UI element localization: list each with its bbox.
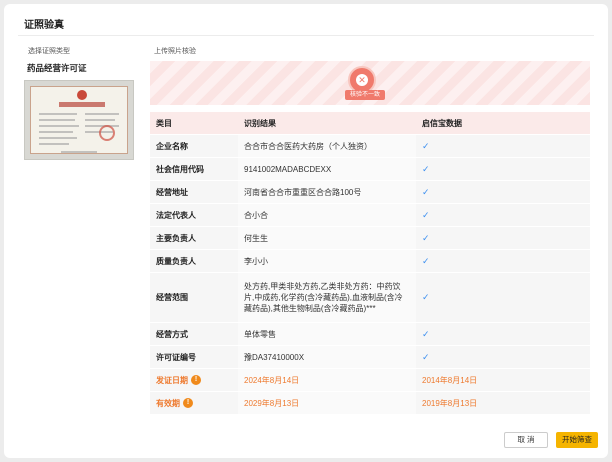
- row-value: 2029年8月13日: [238, 392, 416, 414]
- select-type-label: 选择证照类型: [28, 48, 70, 55]
- row-value: 9141002MADABCDEXX: [238, 158, 416, 180]
- check-icon: ✓: [416, 250, 590, 272]
- check-icon: ✓: [416, 204, 590, 226]
- license-text-line: [39, 113, 77, 115]
- check-icon: ✓: [416, 346, 590, 368]
- row-key: 经营地址: [150, 181, 238, 203]
- row-key-cell: 发证日期!: [150, 369, 238, 391]
- warning-icon[interactable]: !: [191, 375, 201, 386]
- license-text-line: [39, 131, 73, 133]
- license-type-panel: 药品经营许可证: [24, 62, 142, 160]
- table-row-mismatch: 有效期! 2029年8月13日 2019年8月13日: [150, 392, 590, 414]
- page-title: 证照验真: [24, 20, 64, 31]
- row-value: 2024年8月14日: [238, 369, 416, 391]
- row-key: 主要负责人: [150, 227, 238, 249]
- official-seal-icon: [99, 125, 115, 141]
- row-value: 豫DA37410000X: [238, 346, 416, 368]
- row-key-cell: 有效期!: [150, 392, 238, 414]
- header-recognition-result: 识别结果: [238, 112, 416, 134]
- row-key: 许可证编号: [150, 346, 238, 368]
- status-badge: 核验不一致: [345, 90, 385, 100]
- license-photo: [24, 80, 134, 160]
- verification-dialog: 证照验真 选择证照类型 上传照片核验 药品经营许可证 ✕ 核验不一致 类目 识别…: [4, 4, 608, 458]
- table-row: 社会信用代码 9141002MADABCDEXX ✓: [150, 158, 590, 180]
- row-key: 发证日期: [156, 375, 188, 385]
- license-text-line: [85, 113, 119, 115]
- check-icon: ✓: [416, 135, 590, 157]
- license-heading-graphic: [59, 102, 105, 107]
- warning-icon[interactable]: !: [183, 398, 193, 409]
- license-document-image: [30, 86, 128, 154]
- table-header-row: 类目 识别结果 启信宝数据: [150, 112, 590, 134]
- row-value: 合合市合合医药大药房（个人独资）: [238, 135, 416, 157]
- table-row-mismatch: 发证日期! 2024年8月14日 2014年8月14日: [150, 369, 590, 391]
- result-banner: ✕ 核验不一致: [150, 61, 590, 105]
- license-text-line: [39, 125, 79, 127]
- row-value: 处方药,甲类非处方药,乙类非处方药：中药饮片,中成药,化学药(含冷藏药品),血液…: [238, 273, 416, 322]
- table-row: 法定代表人 合小合 ✓: [150, 204, 590, 226]
- row-value: 何生生: [238, 227, 416, 249]
- table-row: 经营范围 处方药,甲类非处方药,乙类非处方药：中药饮片,中成药,化学药(含冷藏药…: [150, 273, 590, 322]
- header-category: 类目: [150, 112, 238, 134]
- check-icon: ✓: [416, 181, 590, 203]
- start-screening-button[interactable]: 开始筛查: [556, 432, 598, 448]
- table-row: 经营地址 河南省合合市重重区合合路100号 ✓: [150, 181, 590, 203]
- upload-verify-label: 上传照片核验: [154, 48, 196, 55]
- table-row: 许可证编号 豫DA37410000X ✓: [150, 346, 590, 368]
- verification-table: 类目 识别结果 启信宝数据 企业名称 合合市合合医药大药房（个人独资） ✓ 社会…: [150, 111, 590, 415]
- row-key: 社会信用代码: [150, 158, 238, 180]
- qixinbao-value: 2014年8月14日: [416, 369, 590, 391]
- row-key: 经营方式: [150, 323, 238, 345]
- table-row: 主要负责人 何生生 ✓: [150, 227, 590, 249]
- table-row: 企业名称 合合市合合医药大药房（个人独资） ✓: [150, 135, 590, 157]
- row-value: 合小合: [238, 204, 416, 226]
- qixinbao-value: 2019年8月13日: [416, 392, 590, 414]
- row-key: 企业名称: [150, 135, 238, 157]
- license-text-line: [39, 137, 77, 139]
- row-value: 单体零售: [238, 323, 416, 345]
- license-type-name[interactable]: 药品经营许可证: [27, 62, 142, 74]
- check-icon: ✓: [416, 227, 590, 249]
- national-emblem-icon: [77, 90, 87, 100]
- cancel-button[interactable]: 取 消: [504, 432, 548, 448]
- license-text-line: [39, 119, 75, 121]
- row-value: 李小小: [238, 250, 416, 272]
- check-icon: ✓: [416, 158, 590, 180]
- row-key: 法定代表人: [150, 204, 238, 226]
- license-text-line: [61, 151, 97, 153]
- check-icon: ✓: [416, 273, 590, 322]
- row-value: 河南省合合市重重区合合路100号: [238, 181, 416, 203]
- row-key: 质量负责人: [150, 250, 238, 272]
- title-divider: [18, 35, 594, 36]
- header-qixinbao-data: 启信宝数据: [416, 112, 590, 134]
- license-text-line: [39, 143, 69, 145]
- license-text-line: [85, 119, 115, 121]
- table-row: 经营方式 单体零售 ✓: [150, 323, 590, 345]
- check-icon: ✓: [416, 323, 590, 345]
- close-icon: ✕: [356, 74, 368, 86]
- row-key: 经营范围: [150, 273, 238, 322]
- table-row: 质量负责人 李小小 ✓: [150, 250, 590, 272]
- row-key: 有效期: [156, 398, 180, 408]
